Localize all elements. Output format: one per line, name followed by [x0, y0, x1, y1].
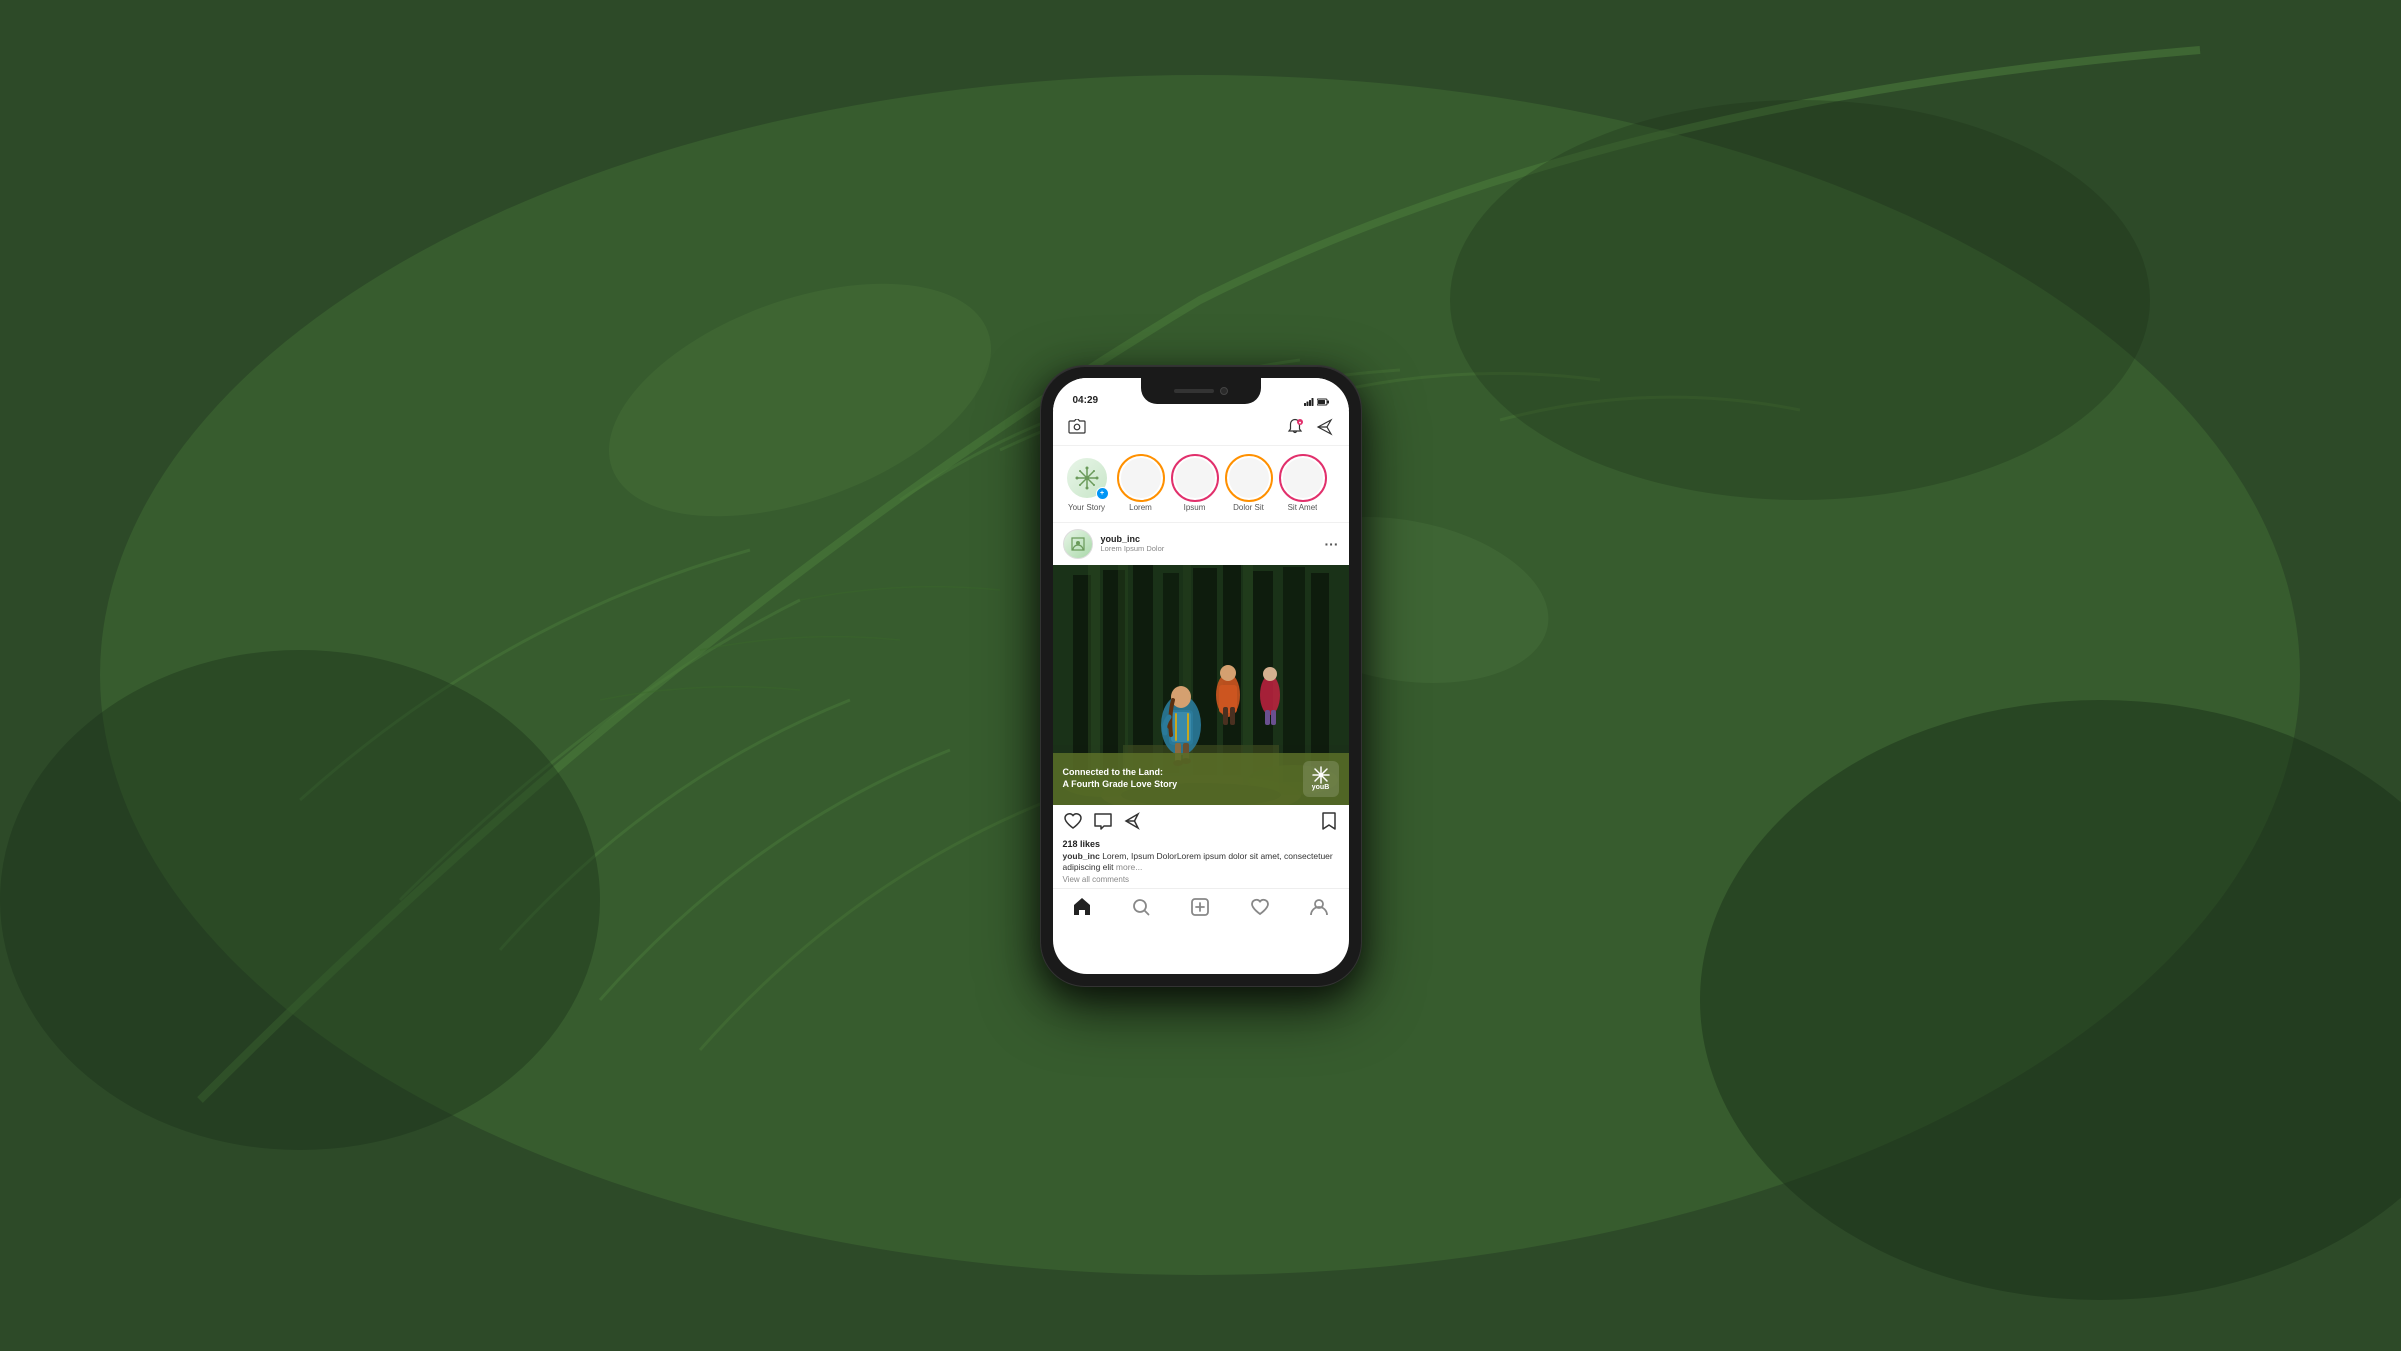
post-username[interactable]: youb_inc	[1101, 534, 1317, 544]
caption-snowflake-icon	[1312, 766, 1330, 784]
caption-logo-text: youB	[1312, 784, 1330, 791]
story-item-ipsum[interactable]: Ipsum	[1173, 456, 1217, 512]
your-story-label: Your Story	[1068, 503, 1105, 512]
story-item-sit-amet[interactable]: Sit Amet	[1281, 456, 1325, 512]
post-caption: youb_inc Lorem, Ipsum DolorLorem ipsum d…	[1063, 851, 1339, 873]
bottom-navigation	[1053, 888, 1349, 930]
caption-line1: Connected to the Land:	[1063, 767, 1178, 779]
caption-line2: A Fourth Grade Love Story	[1063, 779, 1178, 791]
notification-button[interactable]: ♥	[1285, 417, 1305, 437]
phone-screen: 04:29	[1053, 378, 1349, 974]
send-button[interactable]	[1315, 417, 1335, 437]
bookmark-button[interactable]	[1319, 811, 1339, 831]
post-actions	[1053, 805, 1349, 837]
post-caption-username[interactable]: youb_inc	[1063, 851, 1100, 861]
sit-amet-avatar-container	[1281, 456, 1325, 500]
top-action-bar: ♥	[1053, 410, 1349, 446]
ipsum-story-ring	[1171, 454, 1219, 502]
caption-logo: youB	[1303, 761, 1339, 797]
top-left-icons	[1067, 417, 1087, 437]
post-avatar-icon	[1068, 534, 1088, 554]
status-time: 04:29	[1073, 395, 1099, 406]
post-more-text[interactable]: more...	[1116, 862, 1142, 872]
camera-button[interactable]	[1067, 417, 1087, 437]
story-item-your-story[interactable]: Your Story	[1065, 456, 1109, 512]
status-icons	[1304, 398, 1329, 406]
snowflake-icon	[1075, 466, 1099, 490]
lorem-story-ring	[1117, 454, 1165, 502]
sit-amet-story-ring	[1279, 454, 1327, 502]
phone-shell: 04:29	[1041, 366, 1361, 986]
nav-add-button[interactable]	[1188, 895, 1212, 919]
nav-home-button[interactable]	[1070, 895, 1094, 919]
story-item-dolor-sit[interactable]: Dolor Sit	[1227, 456, 1271, 512]
sit-amet-story-label: Sit Amet	[1288, 503, 1318, 512]
like-button[interactable]	[1063, 811, 1083, 831]
likes-count: 218 likes	[1063, 839, 1339, 849]
notch-speaker	[1174, 389, 1214, 393]
story-item-lorem[interactable]: Lorem	[1119, 456, 1163, 512]
post-more-button[interactable]: ···	[1325, 536, 1339, 552]
top-right-icons: ♥	[1285, 417, 1335, 437]
post-header: youb_inc Lorem Ipsum Dolor ···	[1053, 523, 1349, 565]
caption-text: Connected to the Land: A Fourth Grade Lo…	[1063, 767, 1178, 790]
nav-search-button[interactable]	[1129, 895, 1153, 919]
phone-notch	[1141, 378, 1261, 404]
post-actions-left	[1063, 811, 1309, 831]
share-button[interactable]	[1123, 811, 1143, 831]
view-comments-link[interactable]: View all comments	[1063, 875, 1339, 884]
dolor-sit-story-label: Dolor Sit	[1233, 503, 1264, 512]
comment-button[interactable]	[1093, 811, 1113, 831]
post-caption-text: Lorem, Ipsum DolorLorem ipsum dolor sit …	[1063, 851, 1333, 872]
your-story-avatar-container	[1065, 456, 1109, 500]
phone-mockup: 04:29	[1041, 366, 1361, 986]
notch-camera	[1220, 387, 1228, 395]
post-user-info: youb_inc Lorem Ipsum Dolor	[1101, 534, 1317, 553]
post-info: 218 likes youb_inc Lorem, Ipsum DolorLor…	[1053, 837, 1349, 888]
lorem-story-label: Lorem	[1129, 503, 1152, 512]
add-story-badge	[1096, 487, 1109, 500]
dolor-sit-avatar-container	[1227, 456, 1271, 500]
post-avatar[interactable]	[1063, 529, 1093, 559]
ipsum-story-label: Ipsum	[1184, 503, 1206, 512]
ipsum-avatar-container	[1173, 456, 1217, 500]
nav-likes-button[interactable]	[1248, 895, 1272, 919]
stories-row: Your Story Lorem Ipsum	[1053, 446, 1349, 523]
nav-profile-button[interactable]	[1307, 895, 1331, 919]
battery-icon	[1317, 398, 1329, 406]
post-image: Connected to the Land: A Fourth Grade Lo…	[1053, 565, 1349, 805]
lorem-avatar-container	[1119, 456, 1163, 500]
dolor-sit-story-ring	[1225, 454, 1273, 502]
signal-icon	[1304, 398, 1314, 406]
caption-overlay: Connected to the Land: A Fourth Grade Lo…	[1053, 753, 1349, 805]
post-subtitle: Lorem Ipsum Dolor	[1101, 544, 1317, 553]
